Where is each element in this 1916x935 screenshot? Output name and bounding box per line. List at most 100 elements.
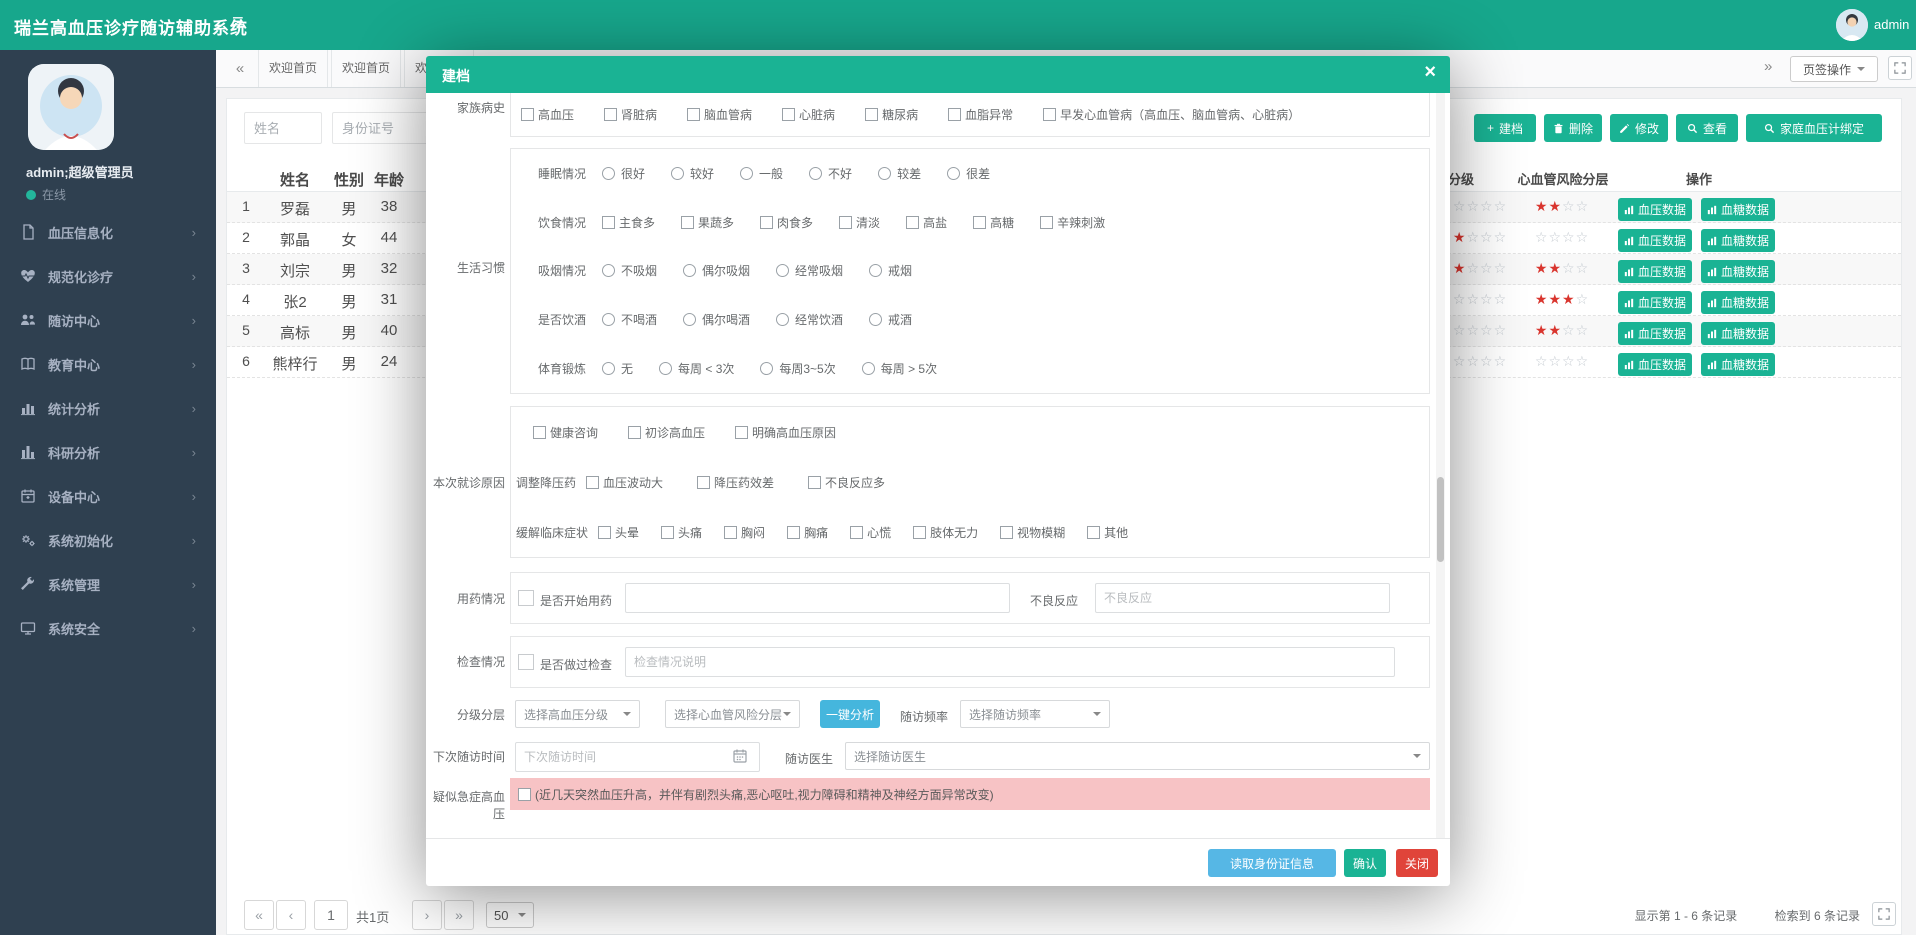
checkbox-icon[interactable] (533, 426, 546, 439)
checkbox-option[interactable]: 高糖 (973, 214, 1014, 231)
radio-icon[interactable] (602, 362, 615, 375)
confirm-button[interactable]: 确认 (1344, 849, 1386, 877)
calendar-icon[interactable] (732, 748, 748, 764)
checkbox-icon[interactable] (1087, 526, 1100, 539)
checkbox-option[interactable]: 辛辣刺激 (1040, 214, 1105, 231)
radio-icon[interactable] (683, 313, 696, 326)
sidebar-item-followup-center[interactable]: 随访中心› (0, 298, 216, 342)
expand-icon[interactable] (1888, 56, 1912, 80)
radio-icon[interactable] (659, 362, 672, 375)
exam-input[interactable] (625, 647, 1395, 677)
radio-icon[interactable] (862, 362, 875, 375)
glucose-data-button[interactable]: 血糖数据 (1701, 229, 1775, 252)
radio-option[interactable]: 不好 (809, 165, 852, 182)
radio-icon[interactable] (878, 167, 891, 180)
radio-icon[interactable] (869, 264, 882, 277)
checkbox-icon[interactable] (687, 108, 700, 121)
bp-data-button[interactable]: 血压数据 (1618, 229, 1692, 252)
checkbox-option[interactable]: 视物模糊 (1000, 524, 1065, 541)
followup-doctor-select[interactable]: 选择随访医生 (845, 742, 1430, 770)
checkbox-option[interactable]: 头痛 (661, 524, 702, 541)
radio-option[interactable]: 一般 (740, 165, 783, 182)
checkbox-icon[interactable] (598, 526, 611, 539)
radio-option[interactable]: 戒酒 (869, 311, 912, 328)
checkbox-icon[interactable] (604, 108, 617, 121)
checkbox-icon[interactable] (735, 426, 748, 439)
checkbox-option[interactable]: 主食多 (602, 214, 655, 231)
radio-option[interactable]: 不吸烟 (602, 262, 657, 279)
checkbox-option[interactable]: 初诊高血压 (628, 424, 705, 441)
emergency-checkbox[interactable] (518, 788, 531, 801)
radio-option[interactable]: 每周3~5次 (760, 360, 835, 377)
radio-icon[interactable] (602, 313, 615, 326)
checkbox-option[interactable]: 糖尿病 (865, 106, 918, 123)
radio-icon[interactable] (671, 167, 684, 180)
checkbox-icon[interactable] (586, 476, 599, 489)
analyze-button[interactable]: 一键分析 (820, 700, 880, 728)
checkbox-option[interactable]: 早发心血管病（高血压、脑血管病、心脏病） (1043, 106, 1300, 123)
sidebar-item-device-center[interactable]: 设备中心› (0, 474, 216, 518)
radio-option[interactable]: 每周 < 3次 (659, 360, 734, 377)
radio-icon[interactable] (683, 264, 696, 277)
bind-bp-monitor-button[interactable]: 家庭血压计绑定 (1746, 114, 1882, 142)
checkbox-option[interactable]: 肢体无力 (913, 524, 978, 541)
cv-risk-select[interactable]: 选择心血管风险分层 (665, 700, 800, 728)
sidebar-item-education-center[interactable]: 教育中心› (0, 342, 216, 386)
checkbox-icon[interactable] (906, 216, 919, 229)
sidebar-item-research[interactable]: 科研分析› (0, 430, 216, 474)
tab-welcome-2[interactable]: 欢迎首页 (331, 50, 401, 87)
sidebar-item-system-security[interactable]: 系统安全› (0, 606, 216, 650)
glucose-data-button[interactable]: 血糖数据 (1701, 322, 1775, 345)
glucose-data-button[interactable]: 血糖数据 (1701, 198, 1775, 221)
checkbox-icon[interactable] (850, 526, 863, 539)
radio-option[interactable]: 较好 (671, 165, 714, 182)
first-page-icon[interactable]: « (244, 900, 274, 930)
user-avatar[interactable] (1836, 9, 1868, 41)
checkbox-icon[interactable] (865, 108, 878, 121)
name-search-input[interactable] (244, 112, 322, 144)
checkbox-icon[interactable] (760, 216, 773, 229)
glucose-data-button[interactable]: 血糖数据 (1701, 260, 1775, 283)
expand-icon[interactable] (1872, 902, 1896, 926)
checkbox-option[interactable]: 血压波动大 (586, 474, 663, 491)
checkbox-option[interactable]: 明确高血压原因 (735, 424, 836, 441)
current-page[interactable]: 1 (314, 900, 348, 930)
tab-welcome-1[interactable]: 欢迎首页 (258, 50, 328, 87)
sidebar-item-statistics[interactable]: 统计分析› (0, 386, 216, 430)
radio-icon[interactable] (869, 313, 882, 326)
checkbox-icon[interactable] (602, 216, 615, 229)
adverse-reaction-input[interactable] (1095, 583, 1390, 613)
checkbox-icon[interactable] (628, 426, 641, 439)
checkbox-option[interactable]: 头晕 (598, 524, 639, 541)
page-ops-button[interactable]: 页签操作 (1790, 56, 1878, 82)
checkbox-option[interactable]: 心慌 (850, 524, 891, 541)
checkbox-option[interactable]: 胸闷 (724, 524, 765, 541)
checkbox-icon[interactable] (782, 108, 795, 121)
checkbox-icon[interactable] (913, 526, 926, 539)
checkbox-icon[interactable] (839, 216, 852, 229)
edit-button[interactable]: 修改 (1610, 114, 1668, 142)
checkbox-option[interactable]: 胸痛 (787, 524, 828, 541)
scrollbar-thumb[interactable] (1437, 477, 1444, 562)
last-page-icon[interactable]: » (444, 900, 474, 930)
radio-icon[interactable] (809, 167, 822, 180)
checkbox-option[interactable]: 脑血管病 (687, 106, 752, 123)
checkbox-icon[interactable] (808, 476, 821, 489)
exam-checkbox[interactable] (518, 654, 534, 670)
checkbox-icon[interactable] (681, 216, 694, 229)
checkbox-icon[interactable] (697, 476, 710, 489)
checkbox-icon[interactable] (948, 108, 961, 121)
checkbox-icon[interactable] (661, 526, 674, 539)
radio-option[interactable]: 经常吸烟 (776, 262, 843, 279)
checkbox-icon[interactable] (521, 108, 534, 121)
radio-icon[interactable] (602, 264, 615, 277)
radio-icon[interactable] (776, 313, 789, 326)
bp-data-button[interactable]: 血压数据 (1618, 353, 1692, 376)
followup-frequency-select[interactable]: 选择随访频率 (960, 700, 1110, 728)
sidebar-item-system-init[interactable]: 系统初始化› (0, 518, 216, 562)
checkbox-option[interactable]: 不良反应多 (808, 474, 885, 491)
checkbox-option[interactable]: 果蔬多 (681, 214, 734, 231)
chevrons-left-icon[interactable]: « (228, 58, 252, 82)
radio-option[interactable]: 经常饮酒 (776, 311, 843, 328)
checkbox-option[interactable]: 降压药效差 (697, 474, 774, 491)
